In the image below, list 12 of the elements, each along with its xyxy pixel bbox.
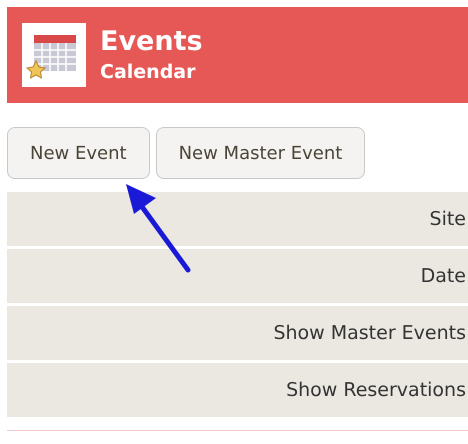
- filter-label: Show Master Events: [273, 322, 466, 344]
- action-button[interactable]: New Event: [7, 127, 150, 179]
- filter-row[interactable]: Show Reservations: [7, 363, 468, 417]
- filter-label: Date: [420, 265, 466, 287]
- filter-label: Show Reservations: [286, 379, 466, 401]
- page-subtitle: Calendar: [100, 60, 196, 85]
- filter-row[interactable]: Date: [7, 249, 468, 303]
- filter-row[interactable]: Site: [7, 192, 468, 246]
- filter-row[interactable]: Show Master Events: [7, 306, 468, 360]
- filter-label: Site: [430, 208, 466, 230]
- action-button[interactable]: New Master Event: [156, 127, 366, 179]
- page-title: Events: [100, 25, 203, 59]
